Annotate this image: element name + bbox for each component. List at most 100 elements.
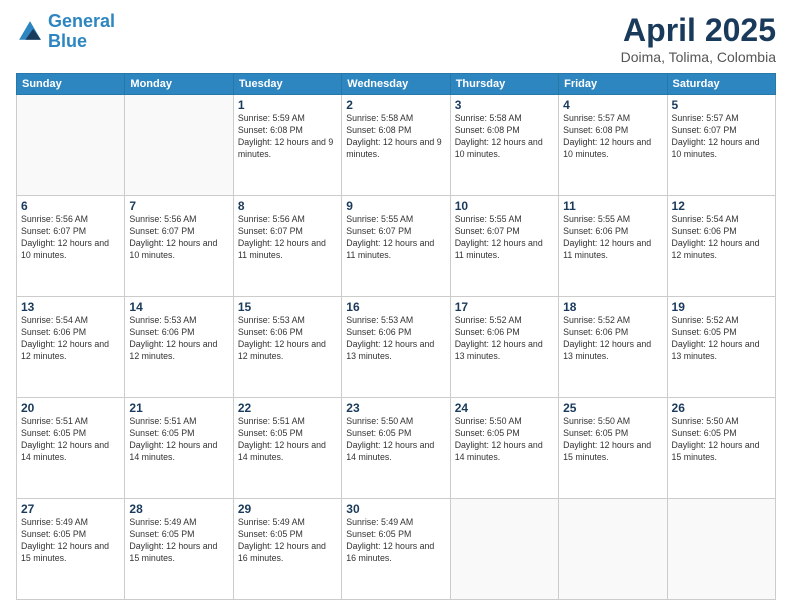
calendar-cell: 11Sunrise: 5:55 AM Sunset: 6:06 PM Dayli… [559, 196, 667, 297]
calendar-cell: 7Sunrise: 5:56 AM Sunset: 6:07 PM Daylig… [125, 196, 233, 297]
day-info: Sunrise: 5:56 AM Sunset: 6:07 PM Dayligh… [129, 214, 228, 262]
calendar-cell: 5Sunrise: 5:57 AM Sunset: 6:07 PM Daylig… [667, 95, 775, 196]
day-number: 2 [346, 98, 445, 112]
calendar-subtitle: Doima, Tolima, Colombia [621, 49, 776, 65]
calendar-week-row: 6Sunrise: 5:56 AM Sunset: 6:07 PM Daylig… [17, 196, 776, 297]
calendar-title: April 2025 [621, 12, 776, 49]
day-info: Sunrise: 5:49 AM Sunset: 6:05 PM Dayligh… [238, 517, 337, 565]
calendar-cell: 8Sunrise: 5:56 AM Sunset: 6:07 PM Daylig… [233, 196, 341, 297]
calendar-cell: 10Sunrise: 5:55 AM Sunset: 6:07 PM Dayli… [450, 196, 558, 297]
day-info: Sunrise: 5:57 AM Sunset: 6:08 PM Dayligh… [563, 113, 662, 161]
day-number: 25 [563, 401, 662, 415]
day-number: 27 [21, 502, 120, 516]
calendar-cell: 25Sunrise: 5:50 AM Sunset: 6:05 PM Dayli… [559, 398, 667, 499]
day-number: 21 [129, 401, 228, 415]
calendar-header-row: SundayMondayTuesdayWednesdayThursdayFrid… [17, 74, 776, 95]
day-number: 7 [129, 199, 228, 213]
day-number: 12 [672, 199, 771, 213]
calendar-cell: 27Sunrise: 5:49 AM Sunset: 6:05 PM Dayli… [17, 499, 125, 600]
header: General Blue April 2025 Doima, Tolima, C… [16, 12, 776, 65]
day-number: 28 [129, 502, 228, 516]
day-info: Sunrise: 5:57 AM Sunset: 6:07 PM Dayligh… [672, 113, 771, 161]
day-number: 1 [238, 98, 337, 112]
day-number: 6 [21, 199, 120, 213]
calendar-week-row: 27Sunrise: 5:49 AM Sunset: 6:05 PM Dayli… [17, 499, 776, 600]
day-number: 16 [346, 300, 445, 314]
day-info: Sunrise: 5:56 AM Sunset: 6:07 PM Dayligh… [238, 214, 337, 262]
day-info: Sunrise: 5:55 AM Sunset: 6:06 PM Dayligh… [563, 214, 662, 262]
day-info: Sunrise: 5:55 AM Sunset: 6:07 PM Dayligh… [346, 214, 445, 262]
calendar-cell: 21Sunrise: 5:51 AM Sunset: 6:05 PM Dayli… [125, 398, 233, 499]
weekday-header: Friday [559, 74, 667, 95]
weekday-header: Thursday [450, 74, 558, 95]
day-info: Sunrise: 5:49 AM Sunset: 6:05 PM Dayligh… [346, 517, 445, 565]
calendar-cell [559, 499, 667, 600]
calendar-cell: 15Sunrise: 5:53 AM Sunset: 6:06 PM Dayli… [233, 297, 341, 398]
weekday-header: Saturday [667, 74, 775, 95]
calendar-cell: 19Sunrise: 5:52 AM Sunset: 6:05 PM Dayli… [667, 297, 775, 398]
calendar-cell: 13Sunrise: 5:54 AM Sunset: 6:06 PM Dayli… [17, 297, 125, 398]
calendar-table: SundayMondayTuesdayWednesdayThursdayFrid… [16, 73, 776, 600]
logo-line1: General [48, 11, 115, 31]
weekday-header: Monday [125, 74, 233, 95]
weekday-header: Wednesday [342, 74, 450, 95]
calendar-cell: 14Sunrise: 5:53 AM Sunset: 6:06 PM Dayli… [125, 297, 233, 398]
calendar-week-row: 13Sunrise: 5:54 AM Sunset: 6:06 PM Dayli… [17, 297, 776, 398]
day-info: Sunrise: 5:50 AM Sunset: 6:05 PM Dayligh… [563, 416, 662, 464]
calendar-cell: 20Sunrise: 5:51 AM Sunset: 6:05 PM Dayli… [17, 398, 125, 499]
day-info: Sunrise: 5:53 AM Sunset: 6:06 PM Dayligh… [346, 315, 445, 363]
calendar-cell: 17Sunrise: 5:52 AM Sunset: 6:06 PM Dayli… [450, 297, 558, 398]
day-number: 24 [455, 401, 554, 415]
day-number: 8 [238, 199, 337, 213]
day-number: 5 [672, 98, 771, 112]
logo: General Blue [16, 12, 115, 52]
day-number: 14 [129, 300, 228, 314]
day-info: Sunrise: 5:53 AM Sunset: 6:06 PM Dayligh… [238, 315, 337, 363]
day-number: 23 [346, 401, 445, 415]
logo-text: General Blue [48, 12, 115, 52]
day-number: 20 [21, 401, 120, 415]
calendar-cell: 26Sunrise: 5:50 AM Sunset: 6:05 PM Dayli… [667, 398, 775, 499]
logo-line2: Blue [48, 31, 87, 51]
logo-icon [16, 18, 44, 46]
calendar-cell: 4Sunrise: 5:57 AM Sunset: 6:08 PM Daylig… [559, 95, 667, 196]
day-info: Sunrise: 5:53 AM Sunset: 6:06 PM Dayligh… [129, 315, 228, 363]
day-number: 4 [563, 98, 662, 112]
calendar-cell: 3Sunrise: 5:58 AM Sunset: 6:08 PM Daylig… [450, 95, 558, 196]
calendar-cell: 9Sunrise: 5:55 AM Sunset: 6:07 PM Daylig… [342, 196, 450, 297]
day-number: 30 [346, 502, 445, 516]
calendar-cell: 2Sunrise: 5:58 AM Sunset: 6:08 PM Daylig… [342, 95, 450, 196]
page: General Blue April 2025 Doima, Tolima, C… [0, 0, 792, 612]
day-info: Sunrise: 5:49 AM Sunset: 6:05 PM Dayligh… [21, 517, 120, 565]
calendar-week-row: 20Sunrise: 5:51 AM Sunset: 6:05 PM Dayli… [17, 398, 776, 499]
calendar-cell: 6Sunrise: 5:56 AM Sunset: 6:07 PM Daylig… [17, 196, 125, 297]
day-info: Sunrise: 5:49 AM Sunset: 6:05 PM Dayligh… [129, 517, 228, 565]
calendar-cell: 28Sunrise: 5:49 AM Sunset: 6:05 PM Dayli… [125, 499, 233, 600]
day-number: 22 [238, 401, 337, 415]
day-info: Sunrise: 5:54 AM Sunset: 6:06 PM Dayligh… [672, 214, 771, 262]
calendar-cell: 24Sunrise: 5:50 AM Sunset: 6:05 PM Dayli… [450, 398, 558, 499]
day-number: 19 [672, 300, 771, 314]
calendar-cell: 18Sunrise: 5:52 AM Sunset: 6:06 PM Dayli… [559, 297, 667, 398]
day-number: 10 [455, 199, 554, 213]
day-number: 15 [238, 300, 337, 314]
calendar-cell: 22Sunrise: 5:51 AM Sunset: 6:05 PM Dayli… [233, 398, 341, 499]
day-number: 26 [672, 401, 771, 415]
day-info: Sunrise: 5:51 AM Sunset: 6:05 PM Dayligh… [21, 416, 120, 464]
day-info: Sunrise: 5:51 AM Sunset: 6:05 PM Dayligh… [238, 416, 337, 464]
title-block: April 2025 Doima, Tolima, Colombia [621, 12, 776, 65]
day-info: Sunrise: 5:55 AM Sunset: 6:07 PM Dayligh… [455, 214, 554, 262]
calendar-cell [667, 499, 775, 600]
day-info: Sunrise: 5:50 AM Sunset: 6:05 PM Dayligh… [346, 416, 445, 464]
calendar-cell: 12Sunrise: 5:54 AM Sunset: 6:06 PM Dayli… [667, 196, 775, 297]
day-number: 3 [455, 98, 554, 112]
day-number: 11 [563, 199, 662, 213]
calendar-cell: 23Sunrise: 5:50 AM Sunset: 6:05 PM Dayli… [342, 398, 450, 499]
day-number: 13 [21, 300, 120, 314]
weekday-header: Sunday [17, 74, 125, 95]
calendar-cell: 29Sunrise: 5:49 AM Sunset: 6:05 PM Dayli… [233, 499, 341, 600]
calendar-week-row: 1Sunrise: 5:59 AM Sunset: 6:08 PM Daylig… [17, 95, 776, 196]
weekday-header: Tuesday [233, 74, 341, 95]
calendar-cell [125, 95, 233, 196]
day-info: Sunrise: 5:56 AM Sunset: 6:07 PM Dayligh… [21, 214, 120, 262]
